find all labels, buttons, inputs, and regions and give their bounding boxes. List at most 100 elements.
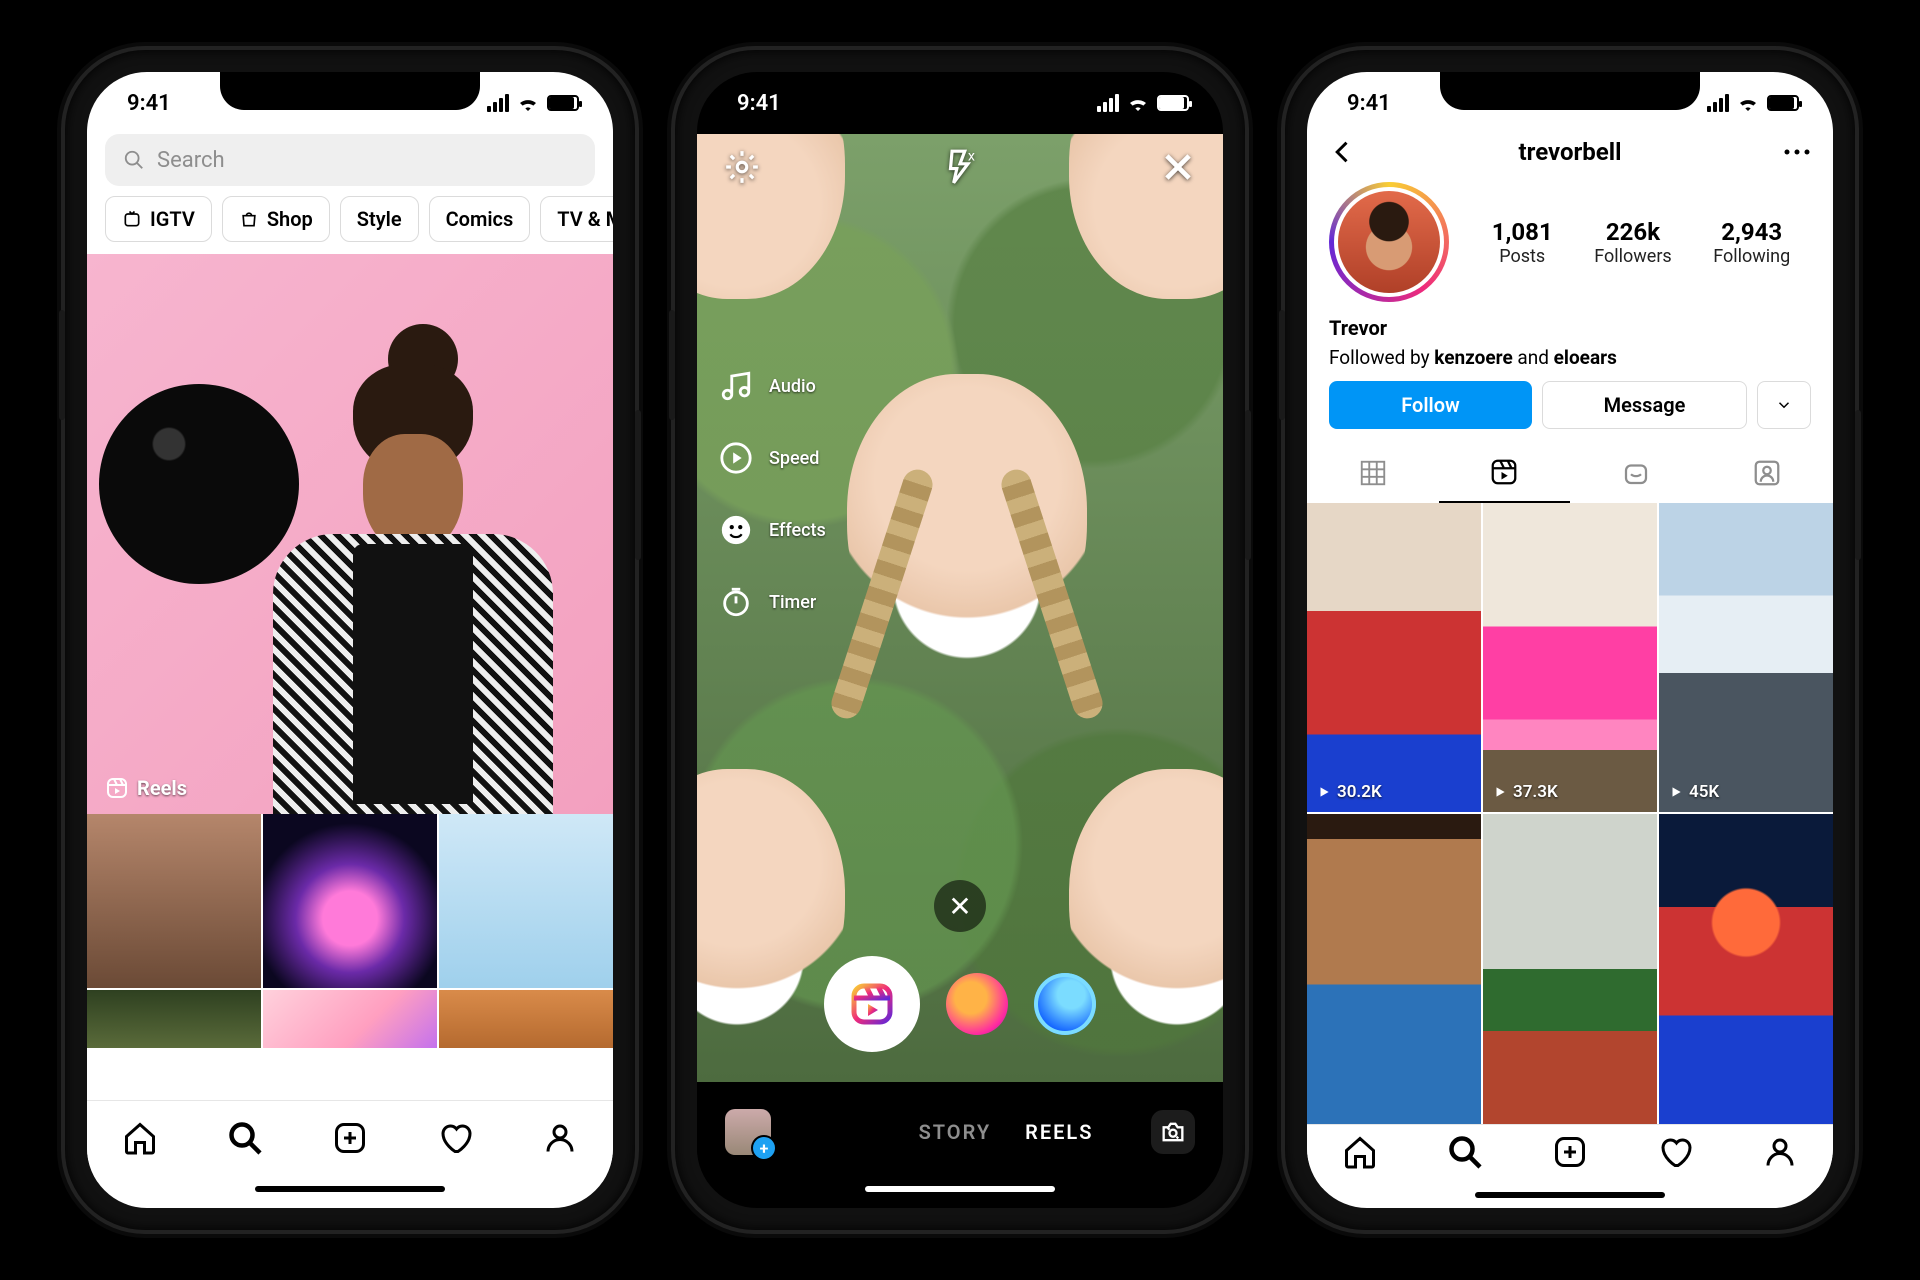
battery-icon [1157, 95, 1189, 111]
chip-shop[interactable]: Shop [222, 196, 330, 242]
reel-thumb[interactable] [1659, 814, 1833, 1123]
effects-icon [719, 513, 753, 547]
chip-igtv[interactable]: IGTV [105, 196, 212, 242]
profile-nav-icon[interactable] [542, 1120, 578, 1156]
search-placeholder: Search [157, 148, 225, 173]
explore-tile[interactable] [263, 814, 437, 988]
chip-tv-movies[interactable]: TV & Movies [540, 196, 613, 242]
chevron-down-icon [1775, 396, 1793, 414]
play-icon [1493, 785, 1507, 799]
explore-grid [87, 814, 613, 1048]
camera-bottom-bar: STORY REELS [697, 1082, 1223, 1182]
battery-icon [1767, 95, 1799, 111]
reels-icon [105, 776, 129, 800]
cellular-icon [487, 94, 509, 112]
explore-tile[interactable] [87, 814, 261, 988]
reel-thumb[interactable] [1307, 814, 1481, 1123]
mode-story[interactable]: STORY [919, 1120, 992, 1144]
profile-nav-icon[interactable] [1762, 1134, 1798, 1170]
igtv-icon [122, 209, 142, 229]
search-icon [123, 149, 145, 171]
stat-following[interactable]: 2,943 Following [1713, 218, 1790, 267]
explore-tile[interactable] [439, 990, 613, 1048]
status-time: 9:41 [737, 91, 781, 116]
back-icon[interactable] [1329, 138, 1357, 166]
home-indicator [87, 1182, 613, 1208]
home-icon[interactable] [1342, 1134, 1378, 1170]
explore-tile[interactable] [87, 990, 261, 1048]
chip-comics[interactable]: Comics [429, 196, 531, 242]
activity-icon[interactable] [437, 1120, 473, 1156]
effect-preset-1[interactable] [946, 973, 1008, 1035]
profile-avatar[interactable] [1329, 182, 1449, 302]
phone-explore: 9:41 Search IGTV Shop [65, 50, 635, 1230]
device-notch [220, 72, 480, 110]
tool-timer[interactable]: Timer [719, 585, 826, 619]
reel-thumb[interactable] [1483, 814, 1657, 1123]
reels-icon [848, 980, 896, 1028]
profile-display-name: Trevor [1307, 310, 1833, 344]
svg-text:x: x [968, 149, 975, 165]
explore-hero-reel[interactable]: Reels [87, 254, 613, 814]
follow-button[interactable]: Follow [1329, 381, 1532, 429]
camera-tools: Audio Speed Effects Timer [719, 369, 826, 619]
stat-followers[interactable]: 226k Followers [1594, 218, 1672, 267]
wifi-icon [517, 95, 539, 111]
shop-icon [239, 209, 259, 229]
home-indicator [697, 1182, 1223, 1208]
capture-mode-tabs: STORY REELS [919, 1120, 1094, 1144]
tab-igtv[interactable] [1570, 443, 1702, 503]
tool-audio[interactable]: Audio [719, 369, 826, 403]
camera-viewfinder[interactable]: x Audio Speed Effects Timer [697, 134, 1223, 1082]
music-icon [719, 369, 753, 403]
settings-icon[interactable] [723, 148, 761, 186]
cellular-icon [1707, 94, 1729, 112]
cellular-icon [1097, 94, 1119, 112]
chip-style[interactable]: Style [340, 196, 419, 242]
home-indicator [1307, 1188, 1833, 1208]
profile-reel-grid: 30.2K 37.3K 45K [1307, 503, 1833, 1124]
followed-by-line[interactable]: Followed by kenzoere and eloears [1307, 344, 1833, 381]
tab-tagged[interactable] [1702, 443, 1834, 503]
message-button[interactable]: Message [1542, 381, 1747, 429]
profile-stats: 1,081 Posts 226k Followers 2,943 Followi… [1471, 218, 1811, 267]
device-notch [1440, 72, 1700, 110]
wifi-icon [1737, 95, 1759, 111]
tab-grid[interactable] [1307, 443, 1439, 503]
reels-label-overlay: Reels [105, 776, 187, 800]
reel-thumb[interactable]: 45K [1659, 503, 1833, 812]
more-icon[interactable] [1783, 148, 1811, 156]
tool-effects[interactable]: Effects [719, 513, 826, 547]
dismiss-effect-button[interactable]: ✕ [934, 880, 986, 932]
close-icon[interactable] [1159, 148, 1197, 186]
explore-tile[interactable] [263, 990, 437, 1048]
gallery-thumb[interactable] [725, 1109, 771, 1155]
battery-icon [547, 95, 579, 111]
explore-tile[interactable] [439, 814, 613, 988]
home-icon[interactable] [122, 1120, 158, 1156]
flash-off-icon[interactable]: x [941, 148, 979, 186]
search-nav-icon[interactable] [1447, 1134, 1483, 1170]
new-post-icon[interactable] [1552, 1134, 1588, 1170]
new-post-icon[interactable] [332, 1120, 368, 1156]
stat-posts[interactable]: 1,081 Posts [1492, 218, 1553, 267]
reel-thumb[interactable]: 30.2K [1307, 503, 1481, 812]
bottom-nav [1307, 1124, 1833, 1189]
shutter-button[interactable] [824, 956, 920, 1052]
tab-reels[interactable] [1439, 443, 1571, 503]
speed-icon [719, 441, 753, 475]
hero-person [233, 334, 573, 814]
play-icon [1317, 785, 1331, 799]
search-nav-icon[interactable] [227, 1120, 263, 1156]
search-input[interactable]: Search [105, 134, 595, 186]
flip-camera-icon[interactable] [1151, 1110, 1195, 1154]
effect-preset-2[interactable] [1034, 973, 1096, 1035]
activity-icon[interactable] [1657, 1134, 1693, 1170]
profile-tabs [1307, 443, 1833, 503]
reel-thumb[interactable]: 37.3K [1483, 503, 1657, 812]
tool-speed[interactable]: Speed [719, 441, 826, 475]
suggested-dropdown-button[interactable] [1757, 381, 1811, 429]
category-chip-row[interactable]: IGTV Shop Style Comics TV & Movies [87, 196, 613, 254]
mode-reels[interactable]: REELS [1025, 1120, 1093, 1144]
wifi-icon [1127, 95, 1149, 111]
